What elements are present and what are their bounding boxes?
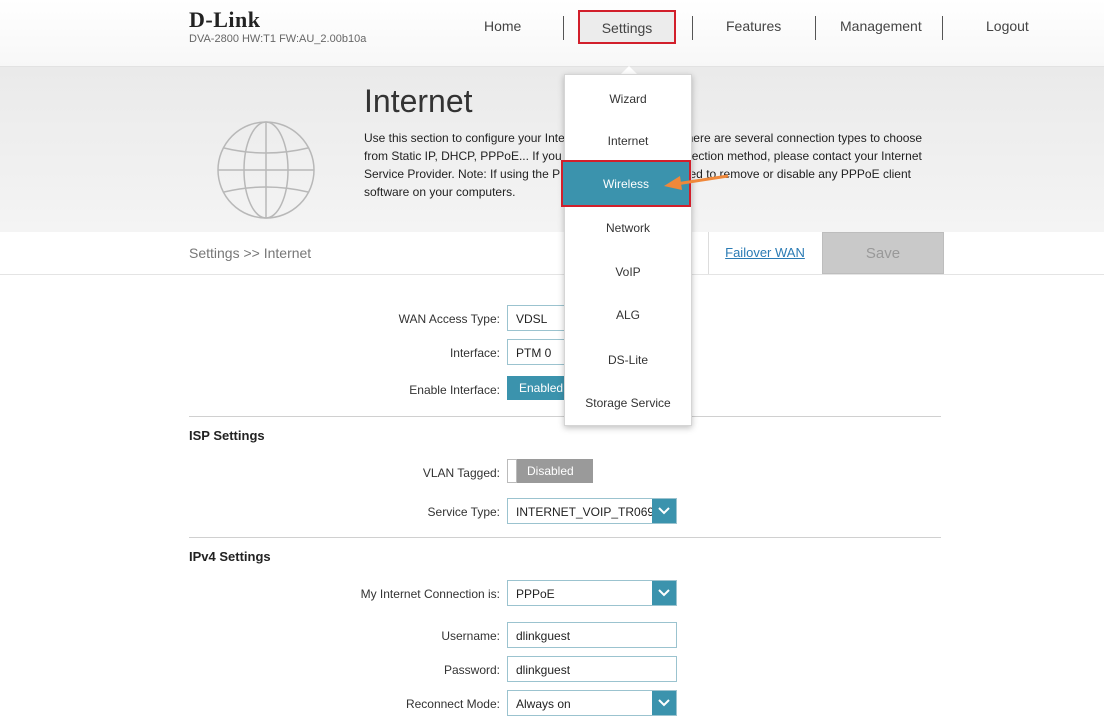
- enable-interface-toggle[interactable]: Enabled: [507, 376, 569, 400]
- chevron-down-icon: [652, 499, 676, 523]
- annotation-arrow-icon: [664, 174, 729, 190]
- service-type-value: INTERNET_VOIP_TR069: [516, 505, 655, 519]
- reconnect-mode-select[interactable]: Always on: [507, 690, 677, 716]
- ipv4-settings-heading: IPv4 Settings: [189, 549, 271, 564]
- nav-divider: [815, 16, 816, 40]
- vlan-tagged-toggle[interactable]: Disabled: [507, 459, 593, 483]
- enable-interface-state: Enabled: [519, 381, 564, 395]
- internet-connection-value: PPPoE: [516, 587, 555, 601]
- device-info: DVA-2800 HW:T1 FW:AU_2.00b10a: [189, 33, 367, 45]
- nav-management[interactable]: Management: [840, 18, 922, 34]
- internet-connection-select[interactable]: PPPoE: [507, 580, 677, 606]
- menu-item-voip[interactable]: VoIP: [565, 265, 691, 279]
- section-divider: [189, 537, 941, 538]
- reconnect-mode-value: Always on: [516, 697, 571, 711]
- chevron-down-icon: [652, 581, 676, 605]
- nav-logout[interactable]: Logout: [986, 18, 1029, 34]
- nav-divider: [692, 16, 693, 40]
- globe-icon: [217, 121, 315, 219]
- reconnect-mode-label: Reconnect Mode:: [405, 697, 500, 711]
- nav-home[interactable]: Home: [484, 18, 521, 34]
- menu-item-wizard[interactable]: Wizard: [565, 92, 691, 106]
- chevron-down-icon: [652, 691, 676, 715]
- vlan-tagged-label: VLAN Tagged:: [422, 466, 500, 480]
- wan-access-type-select[interactable]: VDSL: [507, 305, 567, 331]
- toggle-knob: [507, 459, 517, 483]
- menu-item-alg[interactable]: ALG: [565, 308, 691, 322]
- save-button[interactable]: Save: [822, 232, 944, 274]
- nav-settings[interactable]: Settings: [578, 10, 676, 44]
- breadcrumb-bar: Settings >> Internet Failover WAN Save: [0, 232, 1104, 275]
- username-label: Username:: [441, 629, 500, 643]
- brand-block: D-Link DVA-2800 HW:T1 FW:AU_2.00b10a: [189, 7, 367, 46]
- nav-features[interactable]: Features: [726, 18, 781, 34]
- password-label: Password:: [443, 663, 500, 677]
- page-title: Internet: [364, 83, 473, 119]
- dlink-logo: D-Link: [189, 7, 261, 32]
- nav-divider: [942, 16, 943, 40]
- menu-item-storage-service[interactable]: Storage Service: [565, 396, 691, 410]
- interface-select[interactable]: PTM 0: [507, 339, 567, 365]
- menu-item-network[interactable]: Network: [565, 221, 691, 235]
- service-type-label: Service Type:: [427, 505, 500, 519]
- top-navigation-bar: D-Link DVA-2800 HW:T1 FW:AU_2.00b10a Hom…: [0, 0, 1104, 67]
- internet-connection-label: My Internet Connection is:: [360, 587, 500, 601]
- enable-interface-label: Enable Interface:: [409, 383, 500, 397]
- menu-item-ds-lite[interactable]: DS-Lite: [565, 353, 691, 367]
- nav-divider: [563, 16, 564, 40]
- username-field[interactable]: dlinkguest: [507, 622, 677, 648]
- save-button-label: Save: [865, 245, 901, 262]
- settings-dropdown-menu: Wizard Internet Network VoIP ALG DS-Lite…: [564, 74, 692, 426]
- failover-wan-label: Failover WAN: [725, 245, 805, 260]
- nav-settings-label: Settings: [601, 20, 653, 36]
- interface-label: Interface:: [449, 346, 500, 360]
- service-type-select[interactable]: INTERNET_VOIP_TR069: [507, 498, 677, 524]
- menu-item-internet[interactable]: Internet: [565, 134, 691, 148]
- wan-access-type-label: WAN Access Type:: [398, 312, 500, 326]
- page-banner: Internet Use this section to configure y…: [0, 67, 1104, 232]
- isp-settings-heading: ISP Settings: [189, 428, 265, 443]
- vlan-tagged-state: Disabled: [527, 464, 574, 478]
- password-field[interactable]: dlinkguest: [507, 656, 677, 682]
- breadcrumb: Settings >> Internet: [189, 245, 312, 261]
- failover-wan-link[interactable]: Failover WAN: [708, 232, 821, 274]
